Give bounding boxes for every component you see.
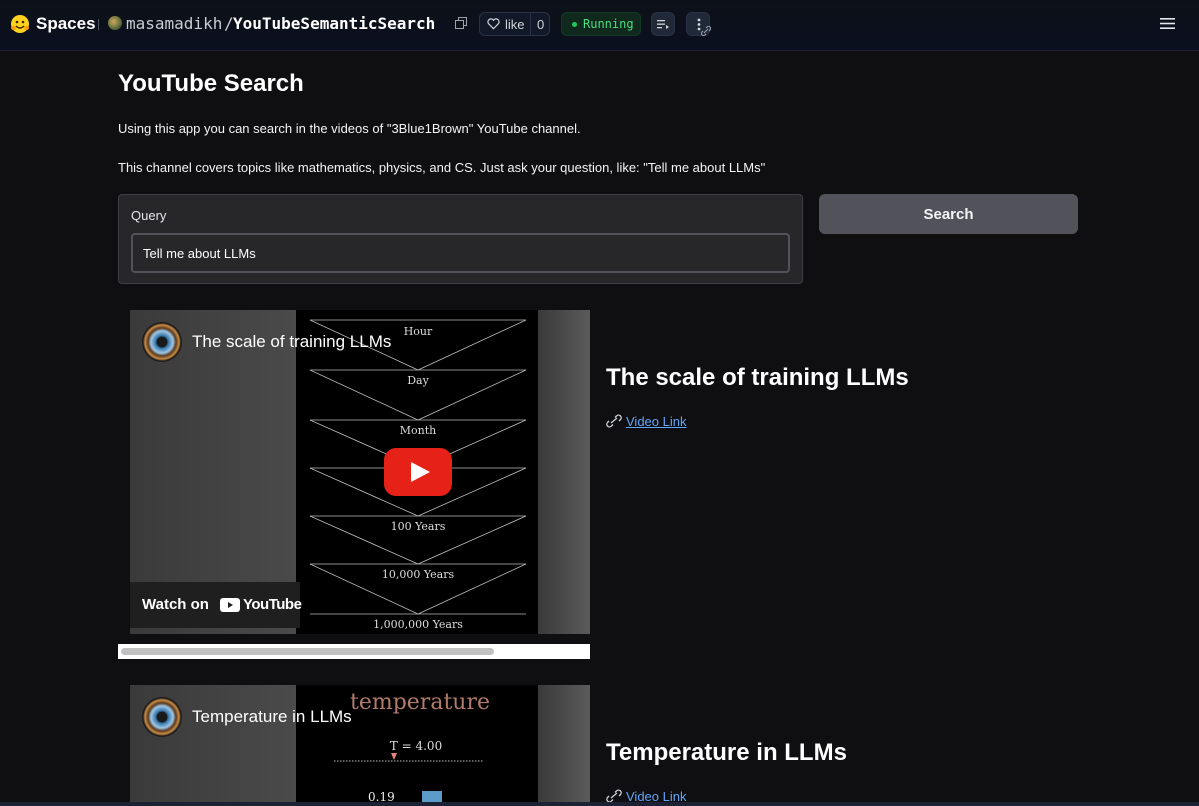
owner-link[interactable]: masamadikh bbox=[126, 14, 222, 33]
frame-heading: temperature bbox=[350, 690, 490, 715]
horizontal-scrollbar[interactable] bbox=[118, 644, 590, 659]
youtube-embed[interactable]: temperature T = 4.00 0.19 Temperature in… bbox=[130, 685, 590, 806]
result-title: Temperature in LLMs bbox=[606, 739, 847, 766]
owner-avatar bbox=[108, 16, 122, 30]
link-small-icon bbox=[701, 26, 711, 36]
video-link[interactable]: Video Link bbox=[626, 414, 686, 429]
more-options-button[interactable] bbox=[686, 12, 711, 36]
video-title[interactable]: Temperature in LLMs bbox=[192, 707, 352, 727]
play-icon[interactable] bbox=[384, 448, 452, 496]
hamburger-menu-icon[interactable] bbox=[1160, 17, 1175, 30]
query-panel: Query bbox=[118, 194, 803, 284]
divider bbox=[98, 19, 99, 30]
status-badge[interactable]: Running bbox=[561, 12, 641, 36]
like-label: like bbox=[505, 17, 525, 32]
frame-label: 10,000 Years bbox=[382, 568, 455, 581]
query-input[interactable] bbox=[131, 233, 790, 273]
search-button[interactable]: Search bbox=[819, 194, 1078, 234]
frame-label: 1,000,000 Years bbox=[373, 618, 463, 631]
spaces-link[interactable]: Spaces bbox=[36, 14, 96, 34]
frame-formula: T = 4.00 bbox=[390, 739, 442, 753]
channel-avatar[interactable] bbox=[142, 322, 182, 362]
top-nav-bar: Spaces masamadikh / YouTubeSemanticSearc… bbox=[0, 0, 1199, 51]
heart-icon bbox=[487, 18, 500, 30]
bottom-border bbox=[0, 802, 1199, 806]
space-name-link[interactable]: YouTubeSemanticSearch bbox=[233, 14, 435, 33]
result-link-row: Video Link bbox=[606, 414, 686, 429]
frame-label: Hour bbox=[404, 325, 433, 338]
link-icon bbox=[606, 789, 622, 803]
video-thumbnail: temperature T = 4.00 0.19 bbox=[334, 690, 490, 804]
video-title[interactable]: The scale of training LLMs bbox=[192, 332, 391, 352]
youtube-embed[interactable]: Hour Day Month 100 Years 10,000 Years 1,… bbox=[130, 310, 590, 634]
scrollbar-thumb[interactable] bbox=[121, 648, 494, 655]
status-text: Running bbox=[583, 17, 634, 31]
frame-label: Month bbox=[400, 424, 436, 437]
result-title: The scale of training LLMs bbox=[606, 364, 909, 391]
logs-button[interactable] bbox=[651, 12, 675, 36]
channel-avatar[interactable] bbox=[142, 697, 182, 737]
frame-label: 100 Years bbox=[391, 520, 446, 533]
description-text: Using this app you can search in the vid… bbox=[118, 121, 581, 136]
like-button[interactable]: like 0 bbox=[479, 12, 550, 36]
video-frame: temperature T = 4.00 0.19 bbox=[296, 685, 538, 806]
frame-label: Day bbox=[407, 374, 429, 387]
page-title: YouTube Search bbox=[118, 70, 304, 97]
status-dot-icon bbox=[572, 22, 577, 27]
watch-on-label: Watch on bbox=[142, 596, 209, 613]
youtube-wordmark: YouTube bbox=[243, 596, 302, 613]
like-divider bbox=[530, 13, 531, 35]
video-background-right bbox=[538, 310, 590, 634]
hugging-face-logo-icon[interactable] bbox=[10, 14, 30, 34]
description-text-2: This channel covers topics like mathemat… bbox=[118, 160, 766, 175]
watch-on-youtube-button[interactable]: Watch on YouTube bbox=[130, 582, 302, 628]
list-icon bbox=[657, 20, 669, 29]
like-count: 0 bbox=[537, 17, 545, 32]
copy-icon[interactable] bbox=[455, 17, 467, 29]
query-label: Query bbox=[131, 208, 167, 223]
video-background-right bbox=[538, 685, 590, 806]
youtube-logo-icon bbox=[220, 598, 240, 612]
link-icon bbox=[606, 414, 622, 428]
